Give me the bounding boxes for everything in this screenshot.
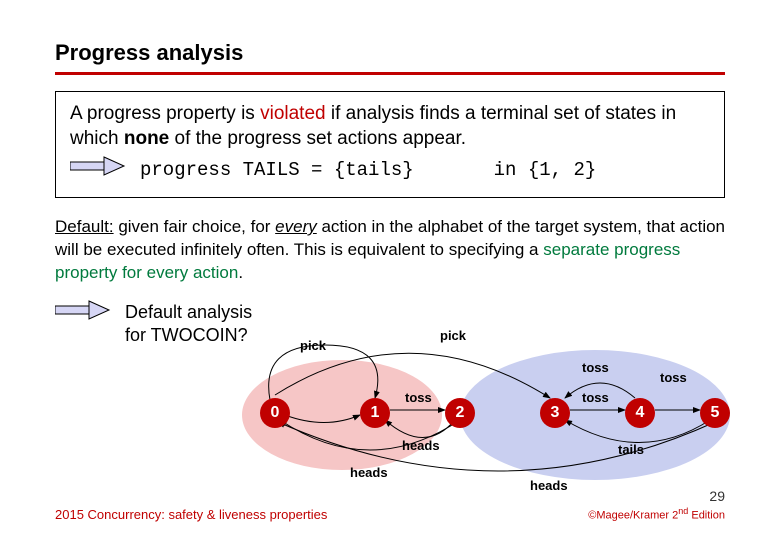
label-toss: toss xyxy=(582,360,609,375)
label-toss: toss xyxy=(405,390,432,405)
violated-word: violated xyxy=(260,103,326,124)
state-0: 0 xyxy=(260,398,290,428)
text: nd xyxy=(678,506,688,516)
text: ©Magee/Kramer xyxy=(588,510,672,522)
label-toss: toss xyxy=(660,370,687,385)
none-word: none xyxy=(124,128,169,149)
every-word: every xyxy=(275,217,317,236)
label-pick: pick xyxy=(300,338,326,353)
label-heads: heads xyxy=(350,465,388,480)
default-label: Default: xyxy=(55,217,114,236)
text: . xyxy=(238,263,243,282)
state-5: 5 xyxy=(700,398,730,428)
default-paragraph: Default: given fair choice, for every ac… xyxy=(55,216,725,285)
state-2: 2 xyxy=(445,398,475,428)
footer: 2015 Concurrency: safety & liveness prop… xyxy=(55,506,725,522)
state-4: 4 xyxy=(625,398,655,428)
text: Edition xyxy=(688,510,725,522)
state-diagram: 0 1 2 3 4 5 pick pick toss toss toss tos… xyxy=(230,320,740,490)
text: A progress property is xyxy=(70,103,260,124)
label-toss: toss xyxy=(582,390,609,405)
label-pick: pick xyxy=(440,328,466,343)
text: of the progress set actions appear. xyxy=(169,128,466,149)
state-1: 1 xyxy=(360,398,390,428)
page-title: Progress analysis xyxy=(55,40,725,66)
label-tails: tails xyxy=(618,442,644,457)
footer-right: ©Magee/Kramer 2nd Edition xyxy=(588,506,725,522)
slide-number: 29 xyxy=(709,488,725,504)
code-right: in {1, 2} xyxy=(494,158,597,183)
state-3: 3 xyxy=(540,398,570,428)
definition-text: A progress property is violated if analy… xyxy=(70,102,710,151)
code-left: progress TAILS = {tails} xyxy=(140,158,414,183)
arrow-icon xyxy=(70,155,126,185)
arrow-icon xyxy=(55,299,111,326)
title-rule xyxy=(55,72,725,75)
definition-box: A progress property is violated if analy… xyxy=(55,91,725,198)
footer-left: 2015 Concurrency: safety & liveness prop… xyxy=(55,507,327,522)
text: given fair choice, for xyxy=(114,217,276,236)
code-row: progress TAILS = {tails} in {1, 2} xyxy=(70,155,710,185)
label-heads: heads xyxy=(402,438,440,453)
text: Default analysis xyxy=(125,302,252,322)
label-heads: heads xyxy=(530,478,568,493)
